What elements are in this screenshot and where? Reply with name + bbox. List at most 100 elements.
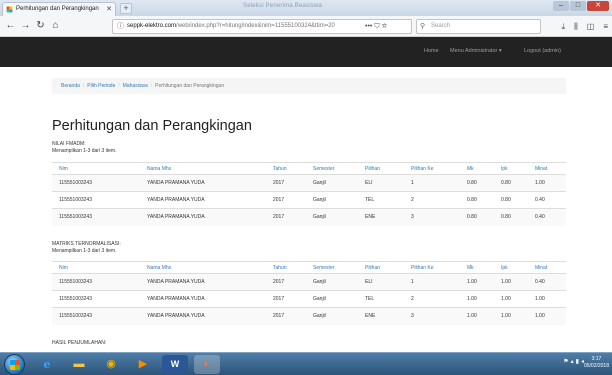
system-tray: ⚑▴▮◂ — [563, 358, 586, 365]
back-icon[interactable]: ← — [3, 19, 18, 34]
library-icon[interactable]: ⫼ — [574, 19, 578, 34]
cell-nim: 115551003243 — [52, 290, 140, 308]
cell-pilihan: ELI — [358, 174, 404, 192]
breadcrumb-beranda[interactable]: Beranda — [61, 83, 80, 89]
start-button[interactable] — [4, 354, 25, 375]
col-ipk-header[interactable]: Ipk — [494, 261, 528, 274]
home-icon[interactable]: ⌂ — [48, 19, 63, 34]
col-nim-header[interactable]: Nim — [52, 162, 140, 175]
os-taskbar: e ▬ ◉ ▶ W ◐ ⚑▴▮◂ 3:17 05/02/2018 — [0, 352, 612, 375]
cell-ipk: 1.00 — [494, 307, 528, 325]
table-row: 115551003243 YANDA PRAMANA YUDA 2017 Ganjil… — [52, 174, 566, 192]
cell-nim: 115551003243 — [52, 273, 140, 291]
browser-tab-active[interactable]: Perhitungan dan Perangkingan ✕ — [2, 2, 116, 16]
summary-text: Menampilkan 1-3 dari 3 item. — [52, 148, 117, 154]
table-header-row: Nim Nama Mhs Tahun Semester Pilihan Pili… — [52, 261, 566, 274]
cell-tahun: 2017 — [266, 191, 306, 209]
nav-home-link[interactable]: Home — [424, 48, 439, 54]
col-mk-header[interactable]: Mk — [460, 162, 494, 175]
window-title: Seleksi Penerima Beasiswa — [243, 3, 323, 9]
media-player-icon[interactable]: ▶ — [130, 355, 156, 374]
cell-tahun: 2017 — [266, 290, 306, 308]
site-info-icon[interactable]: ⓘ — [117, 20, 124, 33]
nav-menu-admin-dropdown[interactable]: Menu Administrator ▾ — [450, 48, 502, 54]
table-row: 115551003243 YANDA PRAMANA YUDA 2017 Ganjil… — [52, 307, 566, 325]
table-row: 115551003243 YANDA PRAMANA YUDA 2017 Ganjil… — [52, 273, 566, 291]
col-minat-header[interactable]: Minat — [528, 162, 566, 175]
cell-pilihan: TEL — [358, 290, 404, 308]
cell-nama-mhs: YANDA PRAMANA YUDA — [140, 290, 266, 308]
sidebar-icon[interactable]: ◫ — [587, 19, 595, 34]
cell-nim: 115551003243 — [52, 208, 140, 226]
pocket-icon[interactable]: ⛉ — [374, 23, 379, 30]
file-explorer-icon[interactable]: ▬ — [66, 355, 92, 374]
cell-semester: Ganjil — [306, 273, 358, 291]
col-nama-header[interactable]: Nama Mhs — [140, 261, 266, 274]
cell-minat: 0.40 — [528, 208, 566, 226]
tab-title: Perhitungan dan Perangkingan — [16, 6, 99, 12]
col-nama-header[interactable]: Nama Mhs — [140, 162, 266, 175]
notification-icon[interactable]: ⚑ — [563, 359, 570, 365]
cell-semester: Ganjil — [306, 191, 358, 209]
col-tahun-header[interactable]: Tahun — [266, 261, 306, 274]
site-favicon-icon — [6, 6, 13, 13]
cell-pilihan: ENE — [358, 307, 404, 325]
close-window-button[interactable]: ✕ — [587, 1, 609, 11]
nav-logout-link[interactable]: Logout (admin) — [524, 48, 561, 54]
search-input[interactable]: ⚲ Search — [416, 19, 541, 34]
url-path: /web/index.php?r=hitung/index&nim=115551… — [176, 23, 335, 29]
col-pilihan-header[interactable]: Pilihan — [358, 261, 404, 274]
breadcrumb-active: Perhitungan dan Perangkingan — [155, 83, 225, 89]
breadcrumb: Beranda / Pilih Periode / Mahasiswa / Perhitun… — [52, 78, 566, 94]
breadcrumb-mahasiswa[interactable]: Mahasiswa — [123, 83, 148, 89]
minimize-button[interactable]: – — [553, 1, 569, 11]
cell-pilihan-ke: 1 — [404, 174, 460, 192]
reload-icon[interactable]: ↻ — [33, 19, 48, 34]
table-row: 115551003243 YANDA PRAMANA YUDA 2017 Ganjil… — [52, 208, 566, 226]
col-mk-header[interactable]: Mk — [460, 261, 494, 274]
col-tahun-header[interactable]: Tahun — [266, 162, 306, 175]
clock-time: 3:17 — [591, 356, 602, 362]
forward-icon[interactable]: → — [18, 19, 33, 34]
close-tab-icon[interactable]: ✕ — [106, 3, 112, 16]
window-controls: – □ ✕ — [553, 1, 609, 11]
breadcrumb-pilih-periode[interactable]: Pilih Periode — [87, 83, 115, 89]
col-pilihan-ke-header[interactable]: Pilihan Ke — [404, 162, 460, 175]
normalized-matrix-table: Nim Nama Mhs Tahun Semester Pilihan Pili… — [52, 261, 566, 325]
chrome-icon[interactable]: ◉ — [98, 355, 124, 374]
download-icon[interactable]: ⤓ — [562, 19, 566, 34]
bookmark-star-icon[interactable]: ☆ — [382, 23, 388, 30]
col-semester-header[interactable]: Semester — [306, 162, 358, 175]
word-icon[interactable]: W — [162, 355, 188, 374]
cell-tahun: 2017 — [266, 273, 306, 291]
cell-mk: 0.80 — [460, 208, 494, 226]
table-row: 115551003243 YANDA PRAMANA YUDA 2017 Ganjil… — [52, 191, 566, 209]
internet-explorer-icon[interactable]: e — [34, 355, 60, 374]
cell-nama-mhs: YANDA PRAMANA YUDA — [140, 208, 266, 226]
search-placeholder: Search — [431, 23, 451, 29]
col-pilihan-header[interactable]: Pilihan — [358, 162, 404, 175]
page-actions-icon[interactable]: ••• — [365, 23, 372, 30]
fmadm-table: Nim Nama Mhs Tahun Semester Pilihan Pili… — [52, 162, 566, 226]
maximize-button[interactable]: □ — [570, 1, 586, 11]
new-tab-button[interactable]: + — [120, 3, 132, 14]
summary-text: Menampilkan 1-3 dari 3 item. — [52, 248, 117, 254]
cell-semester: Ganjil — [306, 208, 358, 226]
menu-hamburger-icon[interactable]: ≡ — [603, 19, 608, 34]
cell-nim: 115551003243 — [52, 174, 140, 192]
url-tools: ••• ⛉ ☆ — [365, 19, 387, 34]
cell-pilihan-ke: 3 — [404, 208, 460, 226]
cell-pilihan-ke: 2 — [404, 191, 460, 209]
col-pilihan-ke-header[interactable]: Pilihan Ke — [404, 261, 460, 274]
col-semester-header[interactable]: Semester — [306, 261, 358, 274]
cell-mk: 1.00 — [460, 307, 494, 325]
cell-pilihan: ENE — [358, 208, 404, 226]
col-minat-header[interactable]: Minat — [528, 261, 566, 274]
col-nim-header[interactable]: Nim — [52, 261, 140, 274]
firefox-icon[interactable]: ◐ — [194, 355, 220, 374]
section-label-fmadm: NILAI FMADM: — [52, 141, 86, 147]
cell-minat: 0.40 — [528, 273, 566, 291]
cell-ipk: 0.80 — [494, 208, 528, 226]
col-ipk-header[interactable]: Ipk — [494, 162, 528, 175]
system-clock[interactable]: 3:17 05/02/2018 — [584, 356, 609, 370]
